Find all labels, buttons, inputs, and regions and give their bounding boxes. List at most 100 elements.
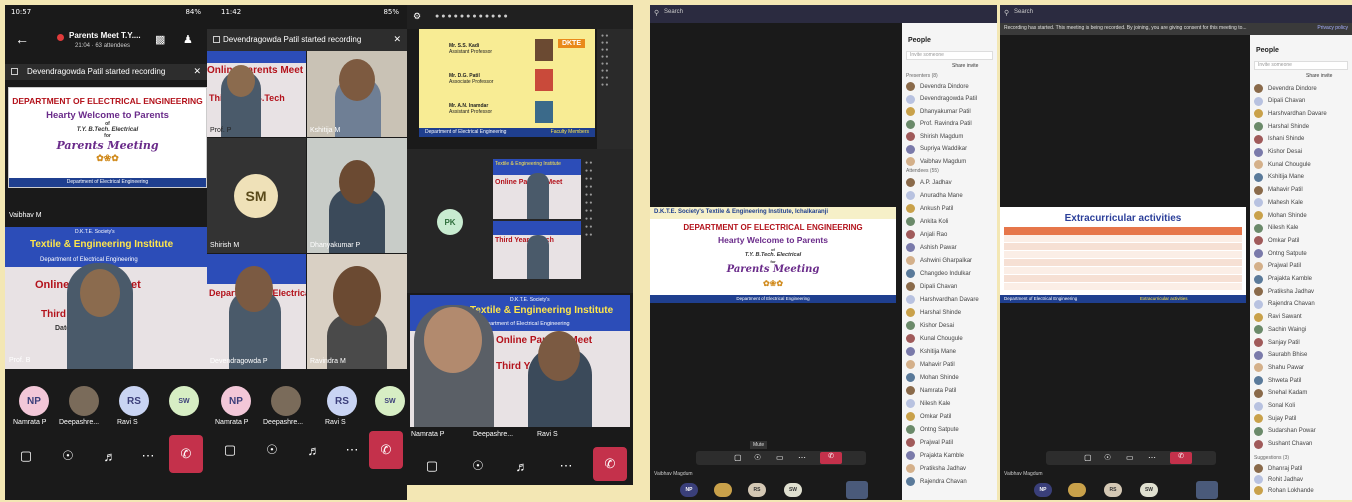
mic-off-icon[interactable]: ☉: [55, 443, 81, 469]
privacy-link[interactable]: Privacy policy: [1314, 25, 1348, 31]
more-icon[interactable]: ⋯: [339, 437, 365, 463]
invite-input[interactable]: Invite someone: [1254, 61, 1348, 70]
search-label[interactable]: Search: [664, 9, 683, 15]
close-icon[interactable]: ✕: [193, 66, 201, 77]
more-icon[interactable]: ⋯: [1148, 453, 1156, 462]
person-row[interactable]: Sachin Waingi: [1250, 324, 1352, 335]
search-label[interactable]: Search: [1014, 9, 1033, 15]
person-row[interactable]: Prajwal Patil: [902, 437, 997, 448]
person-row[interactable]: Dhanyakumar Patil: [902, 106, 997, 117]
person-row[interactable]: Ontng Satpute: [1250, 248, 1352, 259]
person-row[interactable]: Kishor Desai: [1250, 147, 1352, 158]
more-icon[interactable]: ⋯: [553, 453, 579, 479]
person-row[interactable]: Shirish Magdum: [902, 131, 997, 142]
end-call-button[interactable]: ✆: [593, 447, 627, 481]
mic-off-icon[interactable]: ☉: [259, 437, 285, 463]
person-row[interactable]: Supriya Waddikar: [902, 144, 997, 155]
person-row[interactable]: Namrata Patil: [902, 385, 997, 396]
person-row[interactable]: Devendragowda Patil: [902, 94, 997, 105]
search-icon[interactable]: ⚲: [654, 9, 659, 17]
search-icon[interactable]: ⚲: [1004, 9, 1009, 17]
person-row[interactable]: Mahavir Patil: [1250, 185, 1352, 196]
person-row[interactable]: Ashish Pawar: [902, 242, 997, 253]
person-row[interactable]: Mahesh Kale: [1250, 197, 1352, 208]
person-row[interactable]: Devendra Dindore: [902, 81, 997, 92]
person-row[interactable]: Harshal Shinde: [1250, 121, 1352, 132]
person-row[interactable]: Dipali Chavan: [1250, 96, 1352, 107]
person-row[interactable]: Omkar Patil: [1250, 235, 1352, 246]
person-row[interactable]: Harshvardhan Davare: [902, 294, 997, 305]
speaker-icon[interactable]: ♬: [509, 453, 535, 479]
person-row[interactable]: Ishani Shinde: [1250, 134, 1352, 145]
person-row[interactable]: Dipali Chavan: [902, 281, 997, 292]
person-row[interactable]: Ankush Patil: [902, 203, 997, 214]
person-row[interactable]: Prajakta Kamble: [902, 450, 997, 461]
person-row[interactable]: Anuradha Mane: [902, 190, 997, 201]
speaker-icon[interactable]: ♬: [97, 443, 123, 469]
camera-off-icon[interactable]: ▢: [13, 443, 39, 469]
more-icon[interactable]: ⋯: [798, 453, 806, 462]
camera-icon[interactable]: ▢: [734, 453, 742, 462]
person-row[interactable]: Vaibhav Magdum: [902, 156, 997, 167]
add-person-icon[interactable]: ♟: [183, 33, 193, 46]
person-row[interactable]: Kunal Chougule: [1250, 159, 1352, 170]
person-row[interactable]: Rajendra Chavan: [1250, 299, 1352, 310]
person-row[interactable]: Ravi Sawant: [1250, 312, 1352, 323]
person-row[interactable]: Shweta Patil: [1250, 375, 1352, 386]
person-row[interactable]: Shahu Pawar: [1250, 362, 1352, 373]
share-invite-button[interactable]: Share invite: [952, 63, 978, 69]
person-row[interactable]: Sujay Patil: [1250, 413, 1352, 424]
more-icon[interactable]: ⋯: [135, 443, 161, 469]
person-row[interactable]: Dhanraj Patil: [1250, 463, 1352, 474]
camera-off-icon[interactable]: ▢: [217, 437, 243, 463]
camera-icon[interactable]: ▢: [1084, 453, 1092, 462]
person-row[interactable]: A.P. Jadhav: [902, 177, 997, 188]
person-row[interactable]: Rohit Jadhav: [1250, 474, 1352, 485]
person-row[interactable]: Devendra Dindore: [1250, 83, 1352, 94]
person-row[interactable]: Kishor Desai: [902, 320, 997, 331]
settings-icon[interactable]: ⚙: [413, 11, 421, 22]
person-row[interactable]: Ontng Satpute: [902, 424, 997, 435]
invite-input[interactable]: Invite someone: [906, 51, 993, 60]
chat-icon[interactable]: ▩: [155, 33, 165, 46]
share-icon[interactable]: ▭: [776, 453, 784, 462]
person-row[interactable]: Snehal Kadam: [1250, 388, 1352, 399]
person-row[interactable]: Changdeo Indulkar: [902, 268, 997, 279]
person-row[interactable]: Mohan Shinde: [902, 372, 997, 383]
back-arrow-icon[interactable]: ←: [15, 31, 29, 47]
end-call-button[interactable]: ✆: [1170, 452, 1192, 464]
mic-icon[interactable]: ☉: [1104, 453, 1111, 462]
person-row[interactable]: Pratiksha Jadhav: [902, 463, 997, 474]
person-row[interactable]: Nilesh Kale: [1250, 223, 1352, 234]
camera-off-icon[interactable]: ▢: [419, 453, 445, 479]
person-row[interactable]: Mahavir Patil: [902, 359, 997, 370]
person-row[interactable]: Sonal Koli: [1250, 401, 1352, 412]
person-row[interactable]: Prajwal Patil: [1250, 261, 1352, 272]
close-icon[interactable]: ✕: [393, 34, 401, 45]
person-row[interactable]: Sanjay Patil: [1250, 337, 1352, 348]
person-row[interactable]: Kshitija Mane: [902, 346, 997, 357]
person-row[interactable]: Ankita Koli: [902, 216, 997, 227]
person-row[interactable]: Kunal Chougule: [902, 333, 997, 344]
person-row[interactable]: Harshal Shinde: [902, 307, 997, 318]
person-row[interactable]: Rohan Lokhande: [1250, 485, 1352, 496]
person-row[interactable]: Anjali Rao: [902, 229, 997, 240]
person-row[interactable]: Rajendra Chavan: [902, 476, 997, 487]
mic-icon[interactable]: ☉: [754, 453, 761, 462]
end-call-button[interactable]: ✆: [169, 435, 203, 473]
share-invite-button[interactable]: Share invite: [1306, 73, 1332, 79]
person-row[interactable]: Sudarshan Powar: [1250, 426, 1352, 437]
person-row[interactable]: Prof. Ravindra Patil: [902, 119, 997, 130]
end-call-button[interactable]: ✆: [820, 452, 842, 464]
person-row[interactable]: Harshvardhan Davare: [1250, 108, 1352, 119]
end-call-button[interactable]: ✆: [369, 431, 403, 469]
person-row[interactable]: Omkar Patil: [902, 411, 997, 422]
person-row[interactable]: Saurabh Bhise: [1250, 350, 1352, 361]
person-row[interactable]: Mohan Shinde: [1250, 210, 1352, 221]
share-icon[interactable]: ▭: [1126, 453, 1134, 462]
person-row[interactable]: Kshitija Mane: [1250, 172, 1352, 183]
speaker-icon[interactable]: ♬: [301, 437, 327, 463]
person-row[interactable]: Sushant Chavan: [1250, 439, 1352, 450]
person-row[interactable]: Nilesh Kale: [902, 398, 997, 409]
person-row[interactable]: Ashwini Gharpalkar: [902, 255, 997, 266]
